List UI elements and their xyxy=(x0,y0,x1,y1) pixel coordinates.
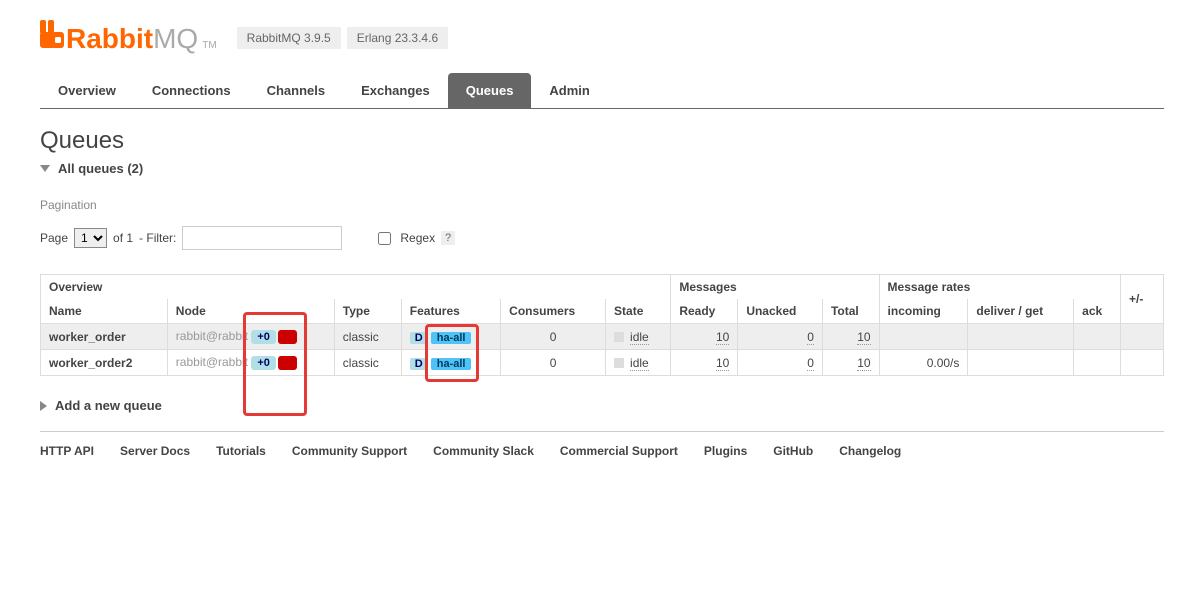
regex-checkbox[interactable] xyxy=(378,232,391,245)
nav-admin[interactable]: Admin xyxy=(531,73,607,108)
col-incoming[interactable]: incoming xyxy=(879,299,968,324)
all-queues-label: All queues (2) xyxy=(58,161,143,176)
page-select[interactable]: 1 xyxy=(74,228,107,248)
nav-connections[interactable]: Connections xyxy=(134,73,249,108)
queue-link[interactable]: worker_order2 xyxy=(49,356,132,370)
pagination-controls: Page 1 of 1 - Filter: Regex ? xyxy=(40,226,1164,250)
consumers-cell: 0 xyxy=(501,324,606,350)
deliver-cell xyxy=(968,350,1074,376)
node-text: rabbit@rabbit xyxy=(176,355,248,369)
col-unacked[interactable]: Unacked xyxy=(738,299,823,324)
mirror-badge: +0 xyxy=(251,356,276,370)
deliver-cell xyxy=(968,324,1074,350)
col-consumers[interactable]: Consumers xyxy=(501,299,606,324)
ha-policy-badge: ha-all xyxy=(431,358,472,370)
unacked-cell: 0 xyxy=(807,356,814,371)
type-cell: classic xyxy=(334,324,401,350)
logo-tm: TM xyxy=(202,40,216,51)
footer-commercial-support[interactable]: Commercial Support xyxy=(560,444,678,458)
col-group-messages: Messages xyxy=(671,275,879,300)
page-label: Page xyxy=(40,231,68,245)
ready-cell: 10 xyxy=(716,356,729,371)
erlang-badge: Erlang 23.3.4.6 xyxy=(347,27,448,49)
add-queue-toggle[interactable]: Add a new queue xyxy=(40,396,1164,415)
footer-community-slack[interactable]: Community Slack xyxy=(433,444,534,458)
pagination-heading: Pagination xyxy=(40,198,1164,212)
state-text: idle xyxy=(630,330,649,345)
col-ready[interactable]: Ready xyxy=(671,299,738,324)
node-text: rabbit@rabbit xyxy=(176,329,248,343)
add-queue-label: Add a new queue xyxy=(55,398,162,413)
consumers-cell: 0 xyxy=(501,350,606,376)
mirror-down-badge xyxy=(278,356,297,370)
col-state[interactable]: State xyxy=(606,299,671,324)
table-row: worker_order rabbit@rabbit +0 classic Dh… xyxy=(41,324,1164,350)
main-nav: Overview Connections Channels Exchanges … xyxy=(40,73,1164,109)
nav-overview[interactable]: Overview xyxy=(40,73,134,108)
state-text: idle xyxy=(630,356,649,371)
regex-label: Regex xyxy=(400,231,435,245)
col-features[interactable]: Features xyxy=(401,299,500,324)
rabbit-icon xyxy=(40,20,64,48)
incoming-cell xyxy=(879,324,968,350)
queue-link[interactable]: worker_order xyxy=(49,330,126,344)
columns-toggle[interactable]: +/- xyxy=(1121,275,1164,324)
footer-server-docs[interactable]: Server Docs xyxy=(120,444,190,458)
footer-tutorials[interactable]: Tutorials xyxy=(216,444,266,458)
col-type[interactable]: Type xyxy=(334,299,401,324)
state-icon xyxy=(614,358,624,368)
mirror-badge: +0 xyxy=(251,330,276,344)
logo-text-rabbit: Rabbit xyxy=(66,23,153,55)
version-badge: RabbitMQ 3.9.5 xyxy=(237,27,341,49)
ack-cell xyxy=(1074,350,1121,376)
ack-cell xyxy=(1074,324,1121,350)
filter-label: - Filter: xyxy=(139,231,176,245)
ready-cell: 10 xyxy=(716,330,729,345)
footer-http-api[interactable]: HTTP API xyxy=(40,444,94,458)
total-cell: 10 xyxy=(857,356,870,371)
chevron-down-icon xyxy=(40,165,50,172)
durable-badge: D xyxy=(410,332,428,344)
col-total[interactable]: Total xyxy=(822,299,879,324)
filter-input[interactable] xyxy=(182,226,342,250)
nav-queues[interactable]: Queues xyxy=(448,73,532,108)
col-group-rates: Message rates xyxy=(879,275,1120,300)
footer-plugins[interactable]: Plugins xyxy=(704,444,747,458)
state-icon xyxy=(614,332,624,342)
durable-badge: D xyxy=(410,358,428,370)
header: RabbitMQ TM RabbitMQ 3.9.5 Erlang 23.3.4… xyxy=(40,20,1164,55)
col-group-overview: Overview xyxy=(41,275,671,300)
incoming-cell: 0.00/s xyxy=(879,350,968,376)
col-name[interactable]: Name xyxy=(41,299,168,324)
logo[interactable]: RabbitMQ TM xyxy=(40,20,217,55)
type-cell: classic xyxy=(334,350,401,376)
col-ack[interactable]: ack xyxy=(1074,299,1121,324)
page-title: Queues xyxy=(40,127,1164,155)
all-queues-toggle[interactable]: All queues (2) xyxy=(40,159,1164,178)
footer: HTTP API Server Docs Tutorials Community… xyxy=(40,431,1164,458)
mirror-down-badge xyxy=(278,330,297,344)
ha-policy-badge: ha-all xyxy=(431,332,472,344)
col-deliver[interactable]: deliver / get xyxy=(968,299,1074,324)
footer-community-support[interactable]: Community Support xyxy=(292,444,407,458)
chevron-right-icon xyxy=(40,401,47,411)
queues-table: Overview Messages Message rates +/- Name… xyxy=(40,274,1164,376)
nav-channels[interactable]: Channels xyxy=(249,73,344,108)
nav-exchanges[interactable]: Exchanges xyxy=(343,73,448,108)
unacked-cell: 0 xyxy=(807,330,814,345)
help-icon[interactable]: ? xyxy=(441,231,455,245)
total-cell: 10 xyxy=(857,330,870,345)
footer-github[interactable]: GitHub xyxy=(773,444,813,458)
col-node[interactable]: Node xyxy=(167,299,334,324)
table-row: worker_order2 rabbit@rabbit +0 classic D… xyxy=(41,350,1164,376)
of-pages: of 1 xyxy=(113,231,133,245)
footer-changelog[interactable]: Changelog xyxy=(839,444,901,458)
logo-text-mq: MQ xyxy=(153,23,198,55)
